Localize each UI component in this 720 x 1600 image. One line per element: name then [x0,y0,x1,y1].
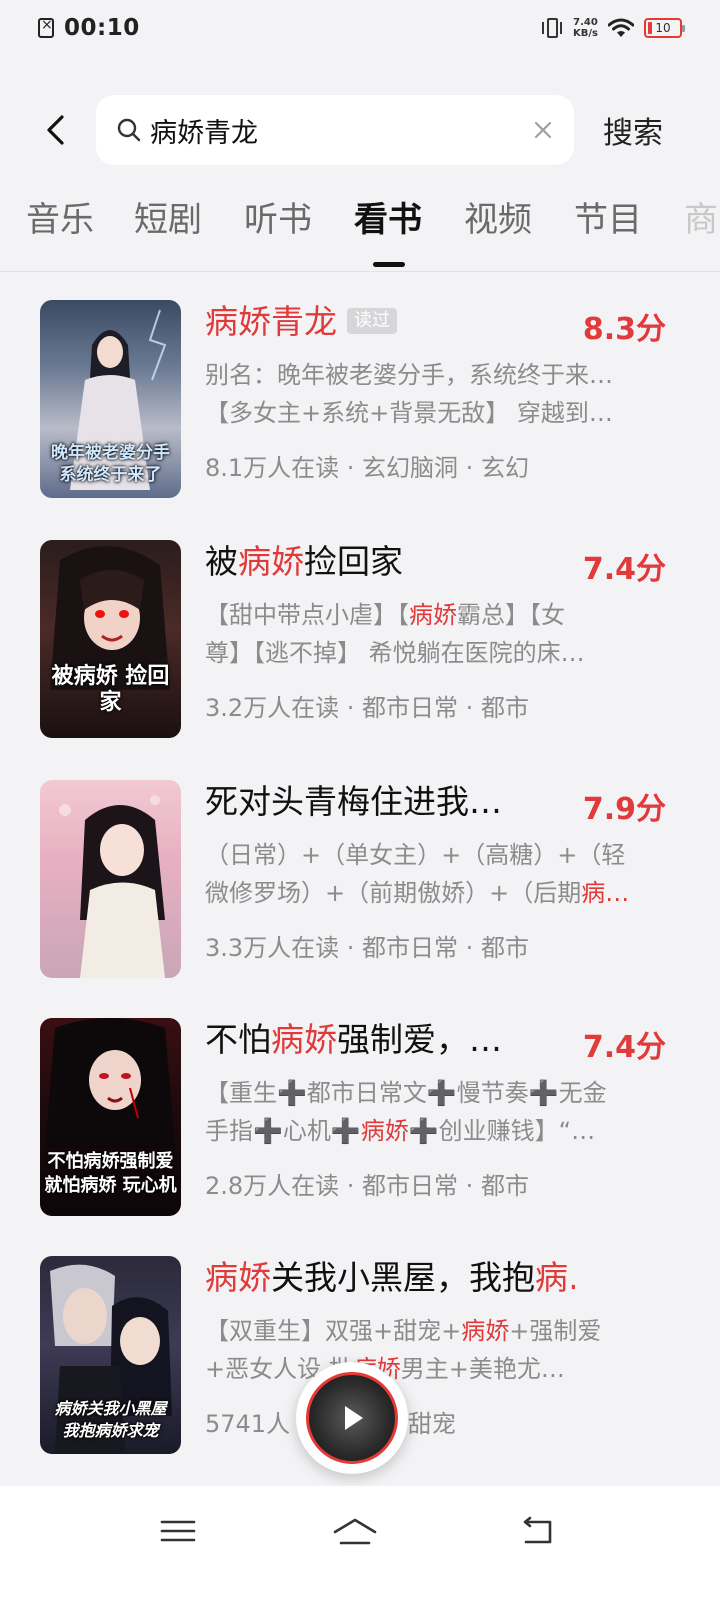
book-title-part: 不怕 [205,1020,271,1059]
book-title-part: 病… [535,1258,575,1297]
book-description: 【甜中带点小虐】【病娇霸总】【女 尊】【逃不掉】 希悦躺在医院的床… [205,596,667,672]
read-badge: 读过 [347,307,397,334]
desc-text: 【双重生】双强+甜宠+ [205,1317,462,1345]
tab-music[interactable]: 音乐 [26,192,94,241]
desc-text: 霸总】【女 [457,601,565,629]
desc-text: 病娇 [409,601,457,629]
no-sim-icon [38,17,54,38]
book-cover[interactable] [40,780,181,978]
book-description: （日常）+（单女主）+（高糖）+（轻 微修罗场）+（前期傲娇）+（后期病… [205,836,667,912]
search-box[interactable] [96,95,574,165]
desc-text: 病娇 [461,1317,510,1345]
cover-title-text: 被病娇 捡回家 [51,664,170,715]
book-title: 被病娇捡回家 [205,540,575,584]
desc-text: 微修罗场）+（前期傲娇）+（后期 [205,879,582,907]
desc-text: 别名：晚年被老婆分手，系统终于来… [205,361,613,389]
search-button[interactable]: 搜索 [603,108,663,152]
system-navigation-bar [0,1486,720,1600]
category-tabs: 音乐 短剧 听书 看书 视频 节目 商 [0,192,720,272]
book-title: 病娇青龙 读过 [205,300,575,344]
desc-text: 尊】【逃不掉】 希悦躺在医院的床… [205,639,585,667]
back-arrow-icon[interactable] [40,113,74,147]
book-item[interactable]: 晚年被老婆分手 系统终于来了 病娇青龙 读过 8.3分 别名：晚年被老婆分手，系统… [0,300,720,500]
battery-level: 10 [655,21,671,35]
book-item[interactable]: 死对头青梅住进我… 7.9分 （日常）+（单女主）+（高糖）+（轻 微修罗场）+… [0,780,720,980]
book-cover[interactable]: 病娇关我小黑屋 我抱病娇求宠 [40,1256,181,1454]
book-score: 7.9分 [582,792,666,827]
book-item[interactable]: 被病娇 捡回家 被病娇捡回家 7.4分 【甜中带点小虐】【病娇霸总】【女 尊】【… [0,540,720,740]
desc-text: （日常）+（单女主）+（高糖）+（轻 [205,841,626,869]
cover-title-text: 晚年被老婆分手 系统终于来了 [51,443,170,485]
search-header: 搜索 [0,95,720,165]
network-speed: 7.40 KB/s [573,17,598,39]
clear-icon[interactable] [532,119,554,141]
book-title: 不怕病娇强制爱，… [205,1018,575,1062]
book-meta: 8.1万人在读 · 玄幻脑洞 · 玄幻 [205,454,529,482]
desc-text: ➕创业赚钱】“… [408,1117,596,1145]
play-icon [345,1406,363,1430]
tab-active-indicator [373,262,405,267]
home-icon[interactable] [331,1514,379,1548]
book-cover[interactable]: 不怕病娇强制爱 就怕病娇 玩心机 [40,1018,181,1216]
status-left: 00:10 [38,15,140,41]
battery-icon: 10 [644,18,685,38]
book-cover[interactable]: 被病娇 捡回家 [40,540,181,738]
book-description: 【双重生】双强+甜宠+病娇+强制爱 +恶女人设 批病娇男主+美艳尤… [205,1312,667,1388]
desc-text: 病娇 [360,1117,409,1145]
desc-text: 男主+美艳尤… [400,1355,565,1383]
tab-more[interactable]: 商 [684,192,718,241]
book-item[interactable]: 不怕病娇强制爱 就怕病娇 玩心机 不怕病娇强制爱，… 7.4分 【重生➕都市日常… [0,1018,720,1218]
vibrate-icon [541,17,563,39]
player-disc [306,1372,398,1464]
book-title-part: 病娇 [238,542,304,581]
status-right: 7.40 KB/s 10 [541,17,685,39]
back-nav-icon[interactable] [518,1514,558,1548]
book-score: 7.4分 [582,552,666,587]
book-meta: 3.3万人在读 · 都市日常 · 都市 [205,934,529,962]
book-score: 7.4分 [582,1030,666,1065]
book-score: 8.3分 [582,312,666,347]
cover-title-text: 不怕病娇强制爱 就怕病娇 玩心机 [44,1151,177,1196]
status-bar: 00:10 7.40 KB/s 10 [0,0,720,56]
book-meta: 3.2万人在读 · 都市日常 · 都市 [205,694,529,722]
tab-video[interactable]: 视频 [464,192,532,241]
desc-text: 【重生➕都市日常文➕慢节奏➕无金 [205,1079,607,1107]
desc-text: +强制爱 [509,1317,602,1345]
desc-text: 【多女主+系统+背景无敌】 穿越到… [205,399,613,427]
tab-short-drama[interactable]: 短剧 [134,192,202,241]
book-title-part: 病娇青龙 [205,302,337,341]
book-title-part: 被 [205,542,238,581]
book-title-part: 病娇 [271,1020,337,1059]
search-icon [117,118,141,142]
wifi-icon [608,18,634,37]
book-title-part: 病娇 [205,1258,271,1297]
book-title-part: 强制爱，… [337,1020,502,1059]
book-title-part: 捡回家 [304,542,403,581]
desc-text: 【甜中带点小虐】【 [205,601,409,629]
cover-title-text: 病娇关我小黑屋 我抱病娇求宠 [54,1399,167,1440]
tab-programs[interactable]: 节目 [574,192,642,241]
floating-player-button[interactable] [296,1362,408,1474]
network-speed-unit: KB/s [573,28,598,39]
book-meta: 2.8万人在读 · 都市日常 · 都市 [205,1172,529,1200]
book-title: 死对头青梅住进我… [205,780,575,824]
desc-text: 手指➕心机➕ [205,1117,361,1145]
book-title-part: 死对头青梅住进我… [205,782,502,821]
book-description: 别名：晚年被老婆分手，系统终于来… 【多女主+系统+背景无敌】 穿越到… [205,356,667,432]
tab-books[interactable]: 看书 [354,192,422,241]
book-title: 病娇关我小黑屋，我抱病… [205,1256,575,1300]
search-input[interactable] [150,110,524,150]
status-time: 00:10 [64,15,140,41]
menu-icon[interactable] [158,1514,198,1548]
tab-audiobook[interactable]: 听书 [244,192,312,241]
book-title-part: 关我小黑屋，我抱 [271,1258,535,1297]
network-speed-value: 7.40 [573,17,598,28]
book-description: 【重生➕都市日常文➕慢节奏➕无金 手指➕心机➕病娇➕创业赚钱】“… [205,1074,667,1150]
book-cover[interactable]: 晚年被老婆分手 系统终于来了 [40,300,181,498]
tabs-divider [0,271,720,272]
desc-text: 病… [581,879,630,907]
